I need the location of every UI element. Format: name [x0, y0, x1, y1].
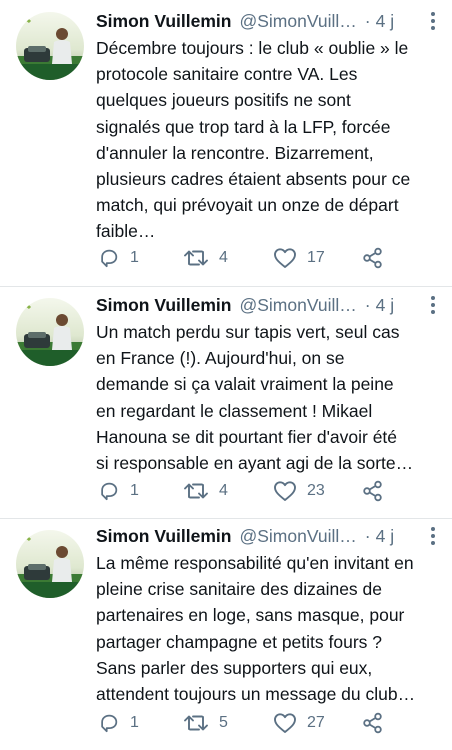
tweet-text-line: Décembre toujours : le club « oublie » l… [96, 38, 409, 58]
share-button[interactable] [362, 244, 384, 272]
retweet-button[interactable]: 4 [183, 244, 228, 272]
reply-count: 1 [130, 714, 139, 731]
avatar-image [16, 530, 84, 598]
author-name[interactable]: Simon Vuillemin [96, 11, 231, 32]
more-vertical-icon [431, 12, 435, 30]
reply-count: 1 [130, 249, 139, 266]
tweet-text: Un match perdu sur tapis vert, seul cas … [96, 319, 446, 476]
tweet-header: Simon Vuillemin @SimonVuill… · 4 j [96, 293, 440, 317]
tweet-text-line: en regardant le classement ! Mikael [96, 400, 373, 421]
tweet-actions: 1 5 27 [96, 709, 396, 737]
tweet-text-line: faible… [96, 221, 156, 242]
tweet-header: Simon Vuillemin @SimonVuill… · 4 j [96, 9, 440, 33]
tweet-text-line: quelques joueurs positifs ne sont [96, 90, 351, 111]
like-button[interactable]: 17 [273, 244, 325, 272]
tweet-actions: 1 4 17 [96, 244, 396, 272]
like-icon [274, 713, 296, 733]
like-count: 23 [307, 482, 325, 499]
like-count: 17 [307, 249, 325, 266]
retweet-icon [184, 483, 208, 499]
share-icon [363, 480, 382, 502]
more-button[interactable] [426, 294, 440, 316]
share-button[interactable] [362, 477, 384, 505]
tweet-text-line: match, qui prévoyait un onze de départ [96, 195, 399, 216]
more-vertical-icon [431, 527, 435, 545]
tweet-header: Simon Vuillemin @SimonVuill… · 4 j [96, 524, 440, 548]
share-icon [363, 712, 382, 734]
author-handle[interactable]: @SimonVuill… [239, 11, 356, 32]
like-icon [274, 248, 296, 268]
avatar-image [16, 298, 84, 366]
share-button[interactable] [362, 709, 384, 737]
tweet-text-line: en France (!). Aujourd'hui, on se [96, 348, 345, 369]
reply-icon [101, 249, 118, 268]
tweet-text-line: La même responsabilité qu'en invitant en [96, 553, 414, 573]
tweet-text-line: Sans parler des supporters qui eux, [96, 657, 373, 678]
avatar-image [16, 12, 84, 80]
reply-button[interactable]: 1 [98, 477, 139, 505]
tweet-text-line: demande si ça valait vraiment la peine [96, 374, 394, 395]
more-vertical-icon [431, 296, 435, 314]
tweet-text-line: Un match perdu sur tapis vert, seul cas [96, 322, 400, 342]
timestamp[interactable]: 4 j [376, 11, 394, 32]
tweet-actions: 1 4 23 [96, 477, 396, 505]
tweet-text-line: signalés que trop tard à la LFP, forcée [96, 116, 391, 137]
tweet[interactable]: Simon Vuillemin @SimonVuill… · 4 j La mê… [0, 519, 452, 750]
timestamp[interactable]: 4 j [376, 295, 394, 316]
avatar[interactable] [16, 12, 84, 80]
avatar[interactable] [16, 298, 84, 366]
like-button[interactable]: 27 [273, 709, 325, 737]
reply-button[interactable]: 1 [98, 709, 139, 737]
retweet-count: 4 [219, 249, 228, 266]
tweet-text: La même responsabilité qu'en invitant en… [96, 550, 446, 707]
tweet-text-line: si responsable en ayant agi de la sorte… [96, 453, 414, 474]
retweet-button[interactable]: 4 [183, 477, 228, 505]
tweet[interactable]: Simon Vuillemin @SimonVuill… · 4 j Décem… [0, 0, 452, 290]
reply-icon [101, 714, 118, 733]
tweet-text-line: plusieurs cadres étaient absents pour ce [96, 169, 411, 190]
avatar[interactable] [16, 530, 84, 598]
more-button[interactable] [426, 10, 440, 32]
tweet-text-line: d'annuler la rencontre. Bizarrement, [96, 142, 374, 163]
tweet-text-line: attendent toujours un message du club… [96, 684, 416, 705]
reply-button[interactable]: 1 [98, 244, 139, 272]
tweet-text: Décembre toujours : le club « oublie » l… [96, 35, 446, 245]
share-icon [363, 247, 382, 269]
author-name[interactable]: Simon Vuillemin [96, 295, 231, 316]
retweet-button[interactable]: 5 [183, 709, 228, 737]
header-separator: · [364, 10, 371, 31]
tweet[interactable]: Simon Vuillemin @SimonVuill… · 4 j Un ma… [0, 287, 452, 517]
author-name[interactable]: Simon Vuillemin [96, 526, 231, 547]
author-handle[interactable]: @SimonVuill… [239, 295, 356, 316]
tweet-text-line: Hanouna se dit pourtant fier d'avoir été [96, 426, 398, 447]
retweet-count: 5 [219, 714, 228, 731]
like-button[interactable]: 23 [273, 477, 325, 505]
tweet-text-line: partager champagne et petits fours ? [96, 631, 383, 652]
like-icon [274, 481, 296, 501]
header-separator: · [364, 525, 371, 546]
author-handle[interactable]: @SimonVuill… [239, 526, 356, 547]
retweet-icon [184, 250, 208, 266]
tweet-text-line: pleine crise sanitaire des dizaines de [96, 579, 382, 600]
reply-icon [101, 482, 118, 501]
reply-count: 1 [130, 482, 139, 499]
timestamp[interactable]: 4 j [376, 526, 394, 547]
retweet-icon [184, 715, 208, 731]
more-button[interactable] [426, 525, 440, 547]
tweet-text-line: protocole sanitaire contre VA. Les [96, 64, 358, 85]
like-count: 27 [307, 714, 325, 731]
retweet-count: 4 [219, 482, 228, 499]
tweet-text-line: partenaires en loge, sans masque, pour [96, 605, 405, 626]
header-separator: · [364, 294, 371, 315]
